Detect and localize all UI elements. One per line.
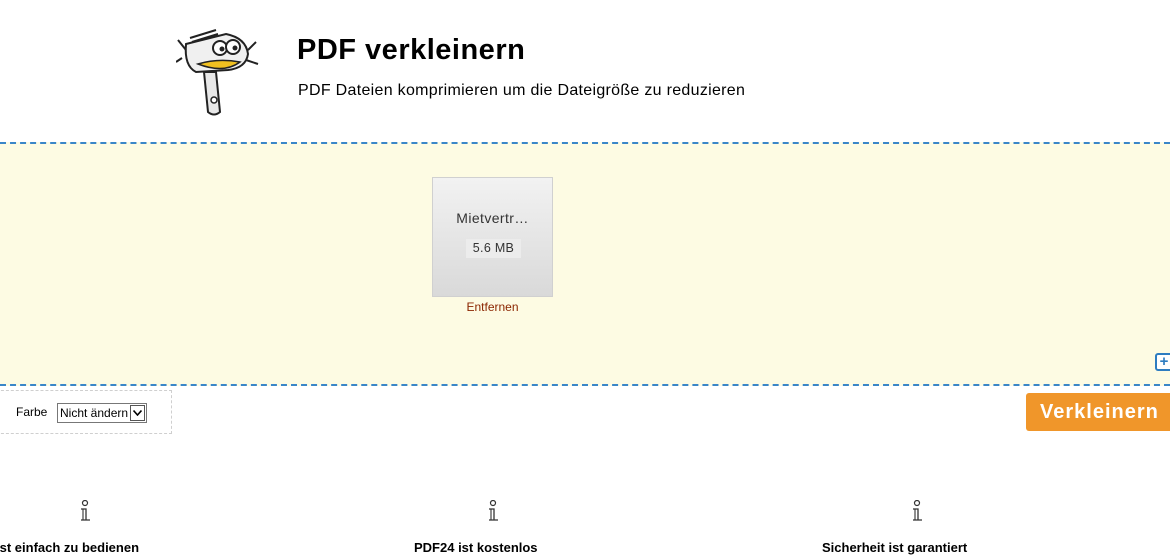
remove-file-link[interactable]: Entfernen bbox=[432, 300, 553, 314]
file-card[interactable]: Mietvertr… 5.6 MB bbox=[432, 177, 553, 297]
chevron-down-icon bbox=[130, 405, 146, 421]
add-file-button[interactable]: + bbox=[1155, 353, 1170, 371]
feature-title-easy: ist einfach zu bedienen bbox=[0, 540, 140, 555]
file-drop-zone[interactable]: Mietvertr… 5.6 MB Entfernen + bbox=[0, 142, 1170, 386]
file-size-badge: 5.6 MB bbox=[466, 239, 521, 258]
color-select[interactable]: Nicht ändern bbox=[57, 403, 148, 423]
info-icon bbox=[81, 500, 90, 521]
color-option-label: Farbe bbox=[16, 405, 48, 419]
color-select-value: Nicht ändern bbox=[58, 406, 131, 420]
feature-title-security: Sicherheit ist garantiert bbox=[822, 540, 968, 555]
info-icon bbox=[913, 500, 922, 521]
info-icon bbox=[489, 500, 498, 521]
page-subtitle: PDF Dateien komprimieren um die Dateigrö… bbox=[298, 82, 746, 99]
feature-title-free: PDF24 ist kostenlos bbox=[414, 540, 538, 555]
compress-button[interactable]: Verkleinern bbox=[1026, 393, 1170, 431]
page-title: PDF verkleinern bbox=[297, 34, 526, 66]
pdf24-mascot-logo bbox=[176, 29, 259, 116]
plus-square-icon: + bbox=[1159, 353, 1169, 370]
options-panel: Farbe Nicht ändern bbox=[0, 390, 172, 434]
file-name: Mietvertr… bbox=[456, 210, 529, 226]
